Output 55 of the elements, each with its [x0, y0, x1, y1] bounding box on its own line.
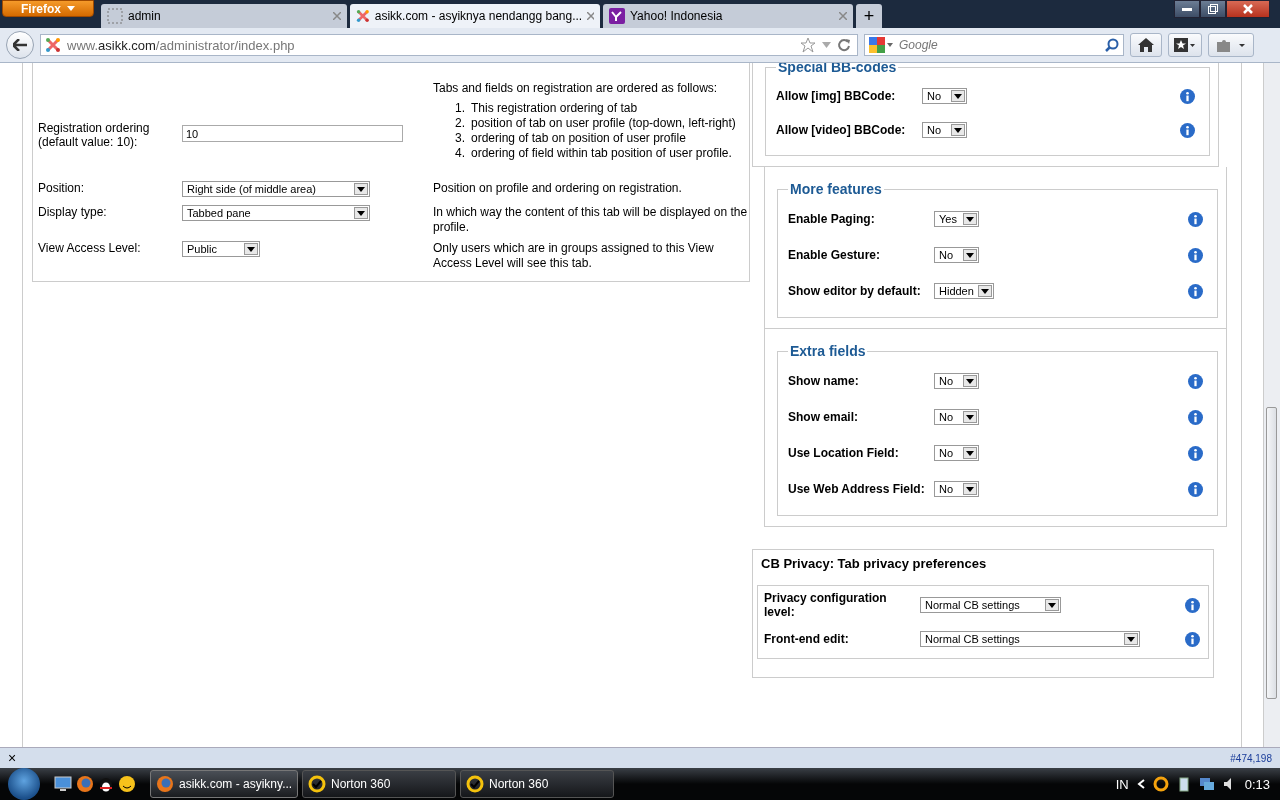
select-field[interactable]: Right side (of middle area) [182, 181, 370, 197]
select-field[interactable]: No [934, 445, 979, 461]
text-field[interactable]: 10 [182, 125, 403, 142]
setting-label: Show name: [788, 374, 860, 388]
browser-tab[interactable]: Yahoo! Indonesia [603, 4, 853, 28]
taskbar-button[interactable]: Norton 360 [302, 770, 456, 798]
section-title: More features [789, 181, 883, 197]
field-description: Only users which are in groups assigned to this View Access Level will see this tab. [433, 241, 715, 271]
field-label: Display type: [38, 205, 108, 219]
select-field[interactable]: Hidden [934, 283, 994, 299]
list-item: 1. This registration ordering of tab [455, 101, 639, 116]
select-field[interactable]: No [922, 88, 967, 104]
clock[interactable]: 0:13 [1244, 776, 1270, 792]
list-item: 2. position of tab on user profile (top-down, left-right) [455, 116, 737, 131]
browser-tab[interactable]: admin [101, 4, 347, 28]
select-field[interactable]: No [922, 122, 967, 138]
select-field[interactable]: Yes [934, 211, 979, 227]
address-field[interactable]: www.asikk.com/administrator/index.php [40, 34, 858, 56]
list-item: 4. ordering of field within tab position of user profile. [455, 146, 733, 161]
field-description: Tabs and fields on registration are ordered as follows: [433, 81, 719, 96]
rank-counter: #474,198 [1230, 752, 1272, 764]
select-field[interactable]: Normal CB settings [920, 631, 1140, 647]
setting-label: Enable Gesture: [788, 248, 882, 262]
browser-tab[interactable]: asikk.com - asyiknya nendangg bang... [350, 4, 600, 28]
select-field[interactable]: Normal CB settings [920, 597, 1061, 613]
field-label: View Access Level: [38, 241, 142, 255]
url-text: www.asikk.com/administrator/index.php [67, 37, 296, 53]
search-field[interactable]: Google [864, 34, 1124, 56]
language-indicator[interactable]: IN [1115, 776, 1129, 792]
setting-label: Allow [video] BBCode: [776, 123, 907, 137]
field-label: Registration ordering (default value: 10): [38, 120, 151, 149]
select-field[interactable]: No [934, 247, 979, 263]
select-field[interactable]: Tabbed pane [182, 205, 370, 221]
list-item: 3. ordering of tab on position of user profile [455, 131, 687, 146]
setting-label: Front-end edit: [764, 632, 850, 646]
setting-label: Use Web Address Field: [788, 482, 926, 496]
close-button[interactable]: × [8, 750, 17, 766]
field-description: In which way the content of this tab will be displayed on the profile. [433, 205, 749, 235]
select-field[interactable]: Public [182, 241, 260, 257]
setting-label: Enable Paging: [788, 212, 876, 226]
field-label: Position: [38, 181, 86, 195]
section-title: Extra fields [789, 343, 867, 359]
select-field[interactable]: No [934, 481, 979, 497]
setting-label: Show email: [788, 410, 859, 424]
panel-title: CB Privacy: Tab privacy preferences [760, 556, 988, 573]
setting-label: Show editor by default: [788, 284, 922, 298]
field-description: Position on profile and ordering on registration. [433, 181, 683, 196]
setting-label: Allow [img] BBCode: [776, 89, 897, 103]
taskbar-button[interactable]: asikk.com - asyikny... [150, 770, 298, 798]
select-field[interactable]: No [934, 373, 979, 389]
new-tab-button[interactable]: + [856, 4, 882, 28]
select-field[interactable]: No [934, 409, 979, 425]
taskbar-button[interactable]: Norton 360 [460, 770, 614, 798]
setting-label: Privacy configuration level: [764, 591, 888, 619]
setting-label: Use Location Field: [788, 446, 900, 460]
